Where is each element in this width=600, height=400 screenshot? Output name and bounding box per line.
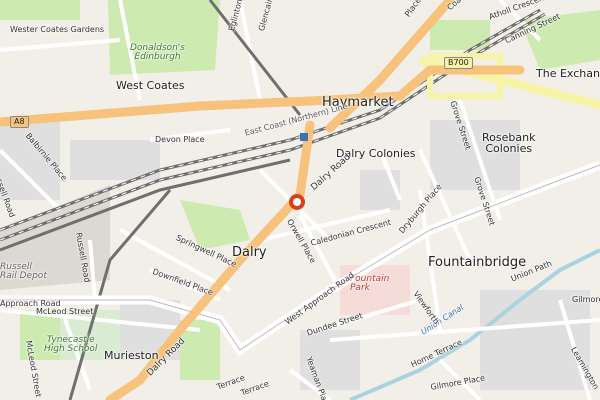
label-mcleod-street: McLeod Street xyxy=(36,307,94,316)
label-donaldsons: Donaldson's Edinburgh xyxy=(130,43,185,62)
label-the-exchange: The Exchange xyxy=(536,67,600,80)
label-gilmore: Gilmore xyxy=(572,295,600,304)
map-view[interactable]: A8 B700 Haymarket Dalry Fountainbridge W… xyxy=(0,0,600,400)
label-rosebank-colonies: Rosebank Colonies xyxy=(482,131,536,155)
station-icon xyxy=(300,133,308,141)
b700-shield: B700 xyxy=(444,57,473,69)
location-marker[interactable] xyxy=(289,194,305,210)
label-devon-place: Devon Place xyxy=(155,135,205,144)
label-fountainbridge: Fountainbridge xyxy=(428,255,527,270)
label-russell-depot: Russell Rail Depot xyxy=(0,262,47,281)
label-murieston: Murieston xyxy=(104,349,159,362)
label-fountain-park: Fountain Park xyxy=(350,274,390,293)
label-wester-coates-gardens: Wester Coates Gardens xyxy=(10,25,105,34)
label-west-coates: West Coates xyxy=(116,79,185,92)
a8-shield: A8 xyxy=(10,116,29,128)
label-tynecastle: Tynecastle High School xyxy=(44,335,98,354)
label-dalry: Dalry xyxy=(232,245,267,260)
